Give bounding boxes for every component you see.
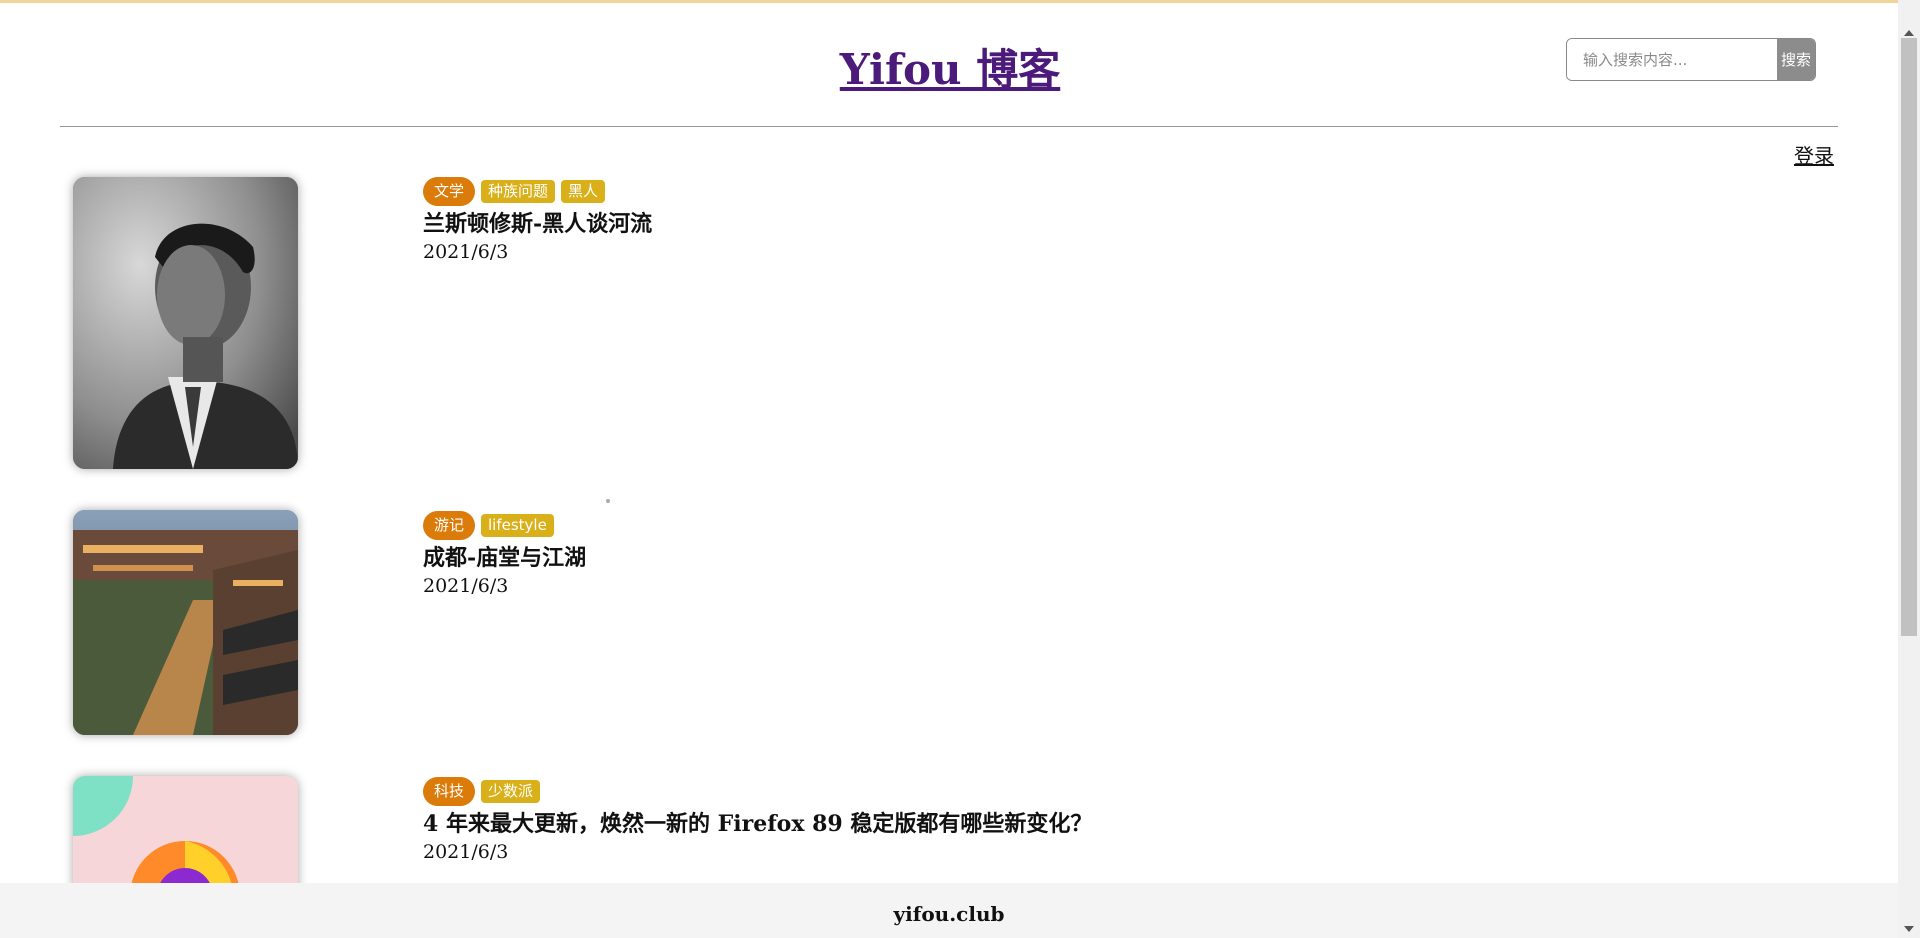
post-title[interactable]: 4 年来最大更新，焕然一新的 Firefox 89 稳定版都有哪些新变化？ — [423, 806, 1092, 838]
post-tag[interactable]: 种族问题 — [481, 179, 556, 203]
post-item: 科技 少数派 4 年来最大更新，焕然一新的 Firefox 89 稳定版都有哪些… — [0, 776, 1880, 938]
search-input[interactable] — [1567, 39, 1777, 80]
search-form: 搜索 — [1566, 38, 1816, 81]
search-button[interactable]: 搜索 — [1777, 39, 1815, 80]
post-item: 文学 种族问题 黑人 兰斯顿修斯-黑人谈河流 2021/6/3 — [0, 176, 1880, 476]
login-link[interactable]: 登录 — [1794, 140, 1834, 169]
city-night-photo-image — [73, 510, 298, 735]
post-meta: 科技 少数派 4 年来最大更新，焕然一新的 Firefox 89 稳定版都有哪些… — [423, 776, 1092, 863]
post-tags: 游记 lifestyle — [423, 510, 586, 540]
post-tag[interactable]: 黑人 — [561, 179, 606, 203]
scroll-up-arrow-icon[interactable] — [1904, 30, 1914, 36]
post-thumbnail-city[interactable] — [73, 510, 298, 735]
post-tags: 文学 种族问题 黑人 — [423, 176, 652, 206]
post-title[interactable]: 成都-庙堂与江湖 — [423, 540, 586, 572]
scroll-down-arrow-icon[interactable] — [1904, 926, 1914, 932]
scrollbar-thumb[interactable] — [1901, 38, 1917, 636]
post-tags: 科技 少数派 — [423, 776, 1092, 806]
post-meta: 文学 种族问题 黑人 兰斯顿修斯-黑人谈河流 2021/6/3 — [423, 176, 652, 263]
stray-dot — [606, 499, 610, 503]
post-tag[interactable]: 文学 — [423, 176, 476, 206]
post-thumbnail-portrait[interactable] — [73, 177, 298, 469]
footer-domain: yifou.club — [893, 902, 1005, 926]
post-date: 2021/6/3 — [423, 241, 509, 263]
post-meta: 游记 lifestyle 成都-庙堂与江湖 2021/6/3 — [423, 510, 586, 597]
post-title[interactable]: 兰斯顿修斯-黑人谈河流 — [423, 206, 652, 238]
header-divider — [60, 126, 1838, 127]
post-tag[interactable]: lifestyle — [481, 513, 554, 537]
site-footer: yifou.club — [0, 883, 1898, 938]
site-title-link[interactable]: Yifou 博客 — [840, 45, 1060, 94]
post-item: 游记 lifestyle 成都-庙堂与江湖 2021/6/3 — [0, 510, 1880, 740]
post-date: 2021/6/3 — [423, 841, 509, 863]
post-date: 2021/6/3 — [423, 575, 509, 597]
portrait-photo-image — [73, 177, 298, 469]
post-tag[interactable]: 游记 — [423, 510, 476, 540]
post-tag[interactable]: 科技 — [423, 776, 476, 806]
post-tag[interactable]: 少数派 — [481, 779, 541, 803]
top-accent-bar — [0, 0, 1920, 3]
